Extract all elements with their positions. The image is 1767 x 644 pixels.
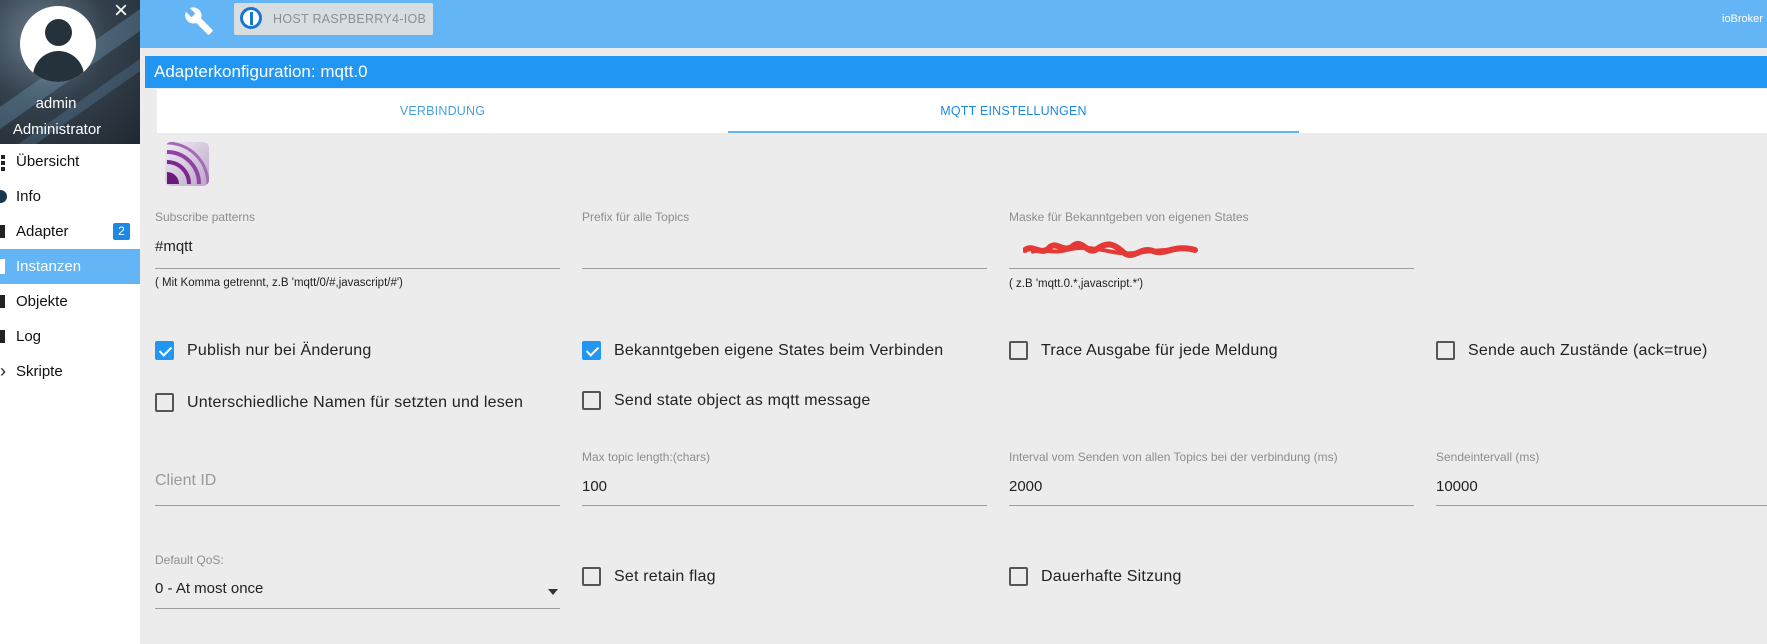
subscribe-patterns-input[interactable]: #mqtt [155,238,193,255]
publish-change-label: Publish nur bei Änderung [187,342,372,359]
close-icon[interactable]: × [114,0,128,24]
sidebar-nav: Übersicht Info Adapter 2 Instanzen Objek… [0,144,140,389]
sidebar-item-objekte[interactable]: Objekte [0,284,140,319]
user-profile-panel: × admin Administrator [0,0,140,144]
sidebar-item-label: Log [16,328,42,345]
announce-own-states-label: Bekanntgeben eigene States beim Verbinde… [614,342,944,359]
iobroker-logo-icon [240,7,262,29]
sidebar-item-label: Info [16,188,42,205]
trace-output-label: Trace Ausgabe für jede Meldung [1041,342,1278,359]
subscribe-patterns-label: Subscribe patterns [155,210,256,224]
log-icon [0,319,10,354]
host-selector-button[interactable]: HOST RASPBERRY4-IOB [234,3,433,35]
sidebar-item-label: Adapter [16,223,69,240]
retain-flag-checkbox[interactable] [582,567,601,586]
sidebar-item-label: Instanzen [16,258,82,275]
sidebar-item-label: Objekte [16,293,68,310]
max-topic-length-underline [582,505,987,506]
send-ack-checkbox[interactable] [1436,341,1455,360]
user-role: Administrator [12,121,102,138]
tab-bar: VERBINDUNG MQTT EINSTELLUNGEN [157,89,1767,133]
announce-own-states-checkbox[interactable] [582,341,601,360]
different-names-label: Unterschiedliche Namen für setzten und l… [187,394,524,411]
trace-output-checkbox[interactable] [1009,341,1028,360]
prefix-input[interactable] [582,238,987,258]
adapter-icon [0,214,10,249]
adapter-count-badge: 2 [113,223,130,240]
state-object-label: Send state object as mqtt message [614,392,871,409]
page-title: Adapterkonfiguration: mqtt.0 [145,56,1767,88]
active-tab-indicator [728,131,1299,133]
retain-flag-label: Set retain flag [614,568,716,585]
interval-all-topics-label: Interval vom Senden von allen Topics bei… [1009,450,1338,464]
chevron-down-icon[interactable] [548,589,558,595]
prefix-label: Prefix für alle Topics [582,210,690,224]
subscribe-patterns-help: ( Mit Komma getrennt, z.B 'mqtt/0/#,java… [155,277,403,289]
persistent-session-checkbox[interactable] [1009,567,1028,586]
sidebar-item-label: Übersicht [16,153,80,170]
instances-icon [0,249,10,284]
sidebar-item-skripte[interactable]: Skripte [0,354,140,389]
tab-mqtt-einstellungen[interactable]: MQTT EINSTELLUNGEN [728,89,1299,133]
sidebar-item-label: Skripte [16,363,63,380]
mqtt-adapter-logo [165,142,209,186]
avatar[interactable] [20,6,96,82]
max-topic-length-input[interactable]: 100 [582,478,607,495]
top-toolbar: HOST RASPBERRY4-IOB ioBroker [140,0,1767,48]
dots-icon [0,144,10,179]
interval-all-topics-underline [1009,505,1414,506]
sidebar-item-instanzen[interactable]: Instanzen [0,249,140,284]
chevron-right-icon [0,354,10,389]
default-qos-select[interactable]: 0 - At most once [155,580,263,597]
sidebar-item-adapter[interactable]: Adapter 2 [0,214,140,249]
subscribe-patterns-underline [155,268,560,269]
sidebar-item-info[interactable]: Info [0,179,140,214]
mask-help: ( z.B 'mqtt.0.*,javascript.*') [1009,278,1144,290]
interval-all-topics-input[interactable]: 2000 [1009,478,1042,495]
sidebar: × admin Administrator Übersicht Info Ada… [0,0,140,644]
sidebar-item-uebersicht[interactable]: Übersicht [0,144,140,179]
default-qos-underline [155,608,560,609]
publish-change-checkbox[interactable] [155,341,174,360]
mask-input-redacted[interactable] [1023,240,1198,260]
send-interval-underline [1436,505,1767,506]
default-qos-label: Default QoS: [155,553,224,567]
client-id-underline [155,505,560,506]
prefix-underline [582,268,987,269]
sidebar-item-log[interactable]: Log [0,319,140,354]
tab-verbindung[interactable]: VERBINDUNG [157,89,728,133]
mask-label: Maske für Bekanntgeben von eigenen State… [1009,210,1249,224]
user-name: admin [35,95,77,112]
info-icon [0,179,10,214]
persistent-session-label: Dauerhafte Sitzung [1041,568,1182,585]
max-topic-length-label: Max topic length:(chars) [582,450,711,464]
brand-label: ioBroker [1722,13,1763,25]
state-object-checkbox[interactable] [582,391,601,410]
client-id-input[interactable]: Client ID [155,472,216,490]
different-names-checkbox[interactable] [155,393,174,412]
mask-underline [1009,268,1414,269]
send-interval-input[interactable]: 10000 [1436,478,1478,495]
wrench-icon[interactable] [184,6,214,36]
send-ack-label: Sende auch Zustände (ack=true) [1468,342,1708,359]
objects-icon [0,284,10,319]
send-interval-label: Sendeintervall (ms) [1436,450,1540,464]
host-label: HOST RASPBERRY4-IOB [273,12,427,26]
